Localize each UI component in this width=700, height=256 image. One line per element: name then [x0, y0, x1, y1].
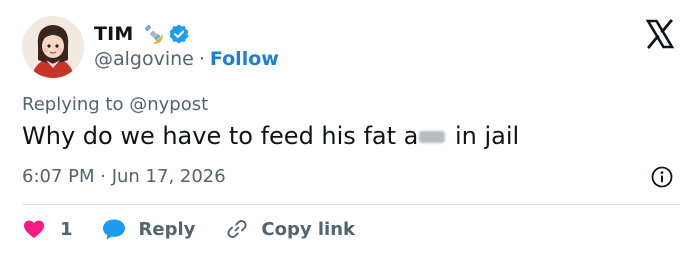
- tweet-text: Why do we have to feed his fat a in jail: [22, 122, 519, 150]
- reply-label: Reply: [138, 218, 196, 240]
- replying-to: Replying to @nypost: [22, 94, 208, 115]
- tweet-card: TIM @algovine · Follow Replying to @nypo…: [0, 0, 700, 256]
- follow-button[interactable]: Follow: [210, 48, 279, 70]
- tweet-text-start: Why do we have to feed his fat a: [22, 122, 419, 150]
- author-handle-row: @algovine · Follow: [94, 48, 279, 70]
- author-name[interactable]: TIM: [94, 23, 134, 45]
- copy-link-label: Copy link: [261, 218, 355, 240]
- divider: [22, 204, 680, 205]
- author-handle[interactable]: @algovine: [94, 48, 194, 70]
- x-logo-icon[interactable]: [644, 18, 676, 50]
- censored-word: [419, 131, 446, 143]
- tweet-text-end: in jail: [447, 122, 520, 150]
- link-icon: [227, 220, 247, 238]
- satellite-icon: [142, 23, 164, 45]
- handle-separator: ·: [198, 48, 205, 70]
- info-icon[interactable]: [650, 165, 674, 189]
- reply-bubble-icon: [102, 219, 125, 240]
- heart-icon: [24, 220, 44, 238]
- action-bar: 1 Reply Copy link: [22, 214, 355, 244]
- like-count: 1: [60, 218, 73, 240]
- avatar[interactable]: [22, 16, 84, 78]
- author-name-row: TIM: [94, 22, 190, 46]
- avatar-image: [22, 16, 84, 78]
- replying-handle[interactable]: @nypost: [129, 94, 208, 115]
- reply-button[interactable]: Reply: [101, 217, 196, 241]
- replying-prefix: Replying to: [22, 94, 130, 115]
- verified-badge-icon: [168, 23, 190, 45]
- tweet-time: 6:07 PM: [22, 166, 95, 187]
- tweet-timestamp[interactable]: 6:07 PM · Jun 17, 2026: [22, 166, 226, 187]
- like-button[interactable]: 1: [22, 217, 73, 241]
- timestamp-separator: ·: [94, 166, 112, 187]
- copy-link-button[interactable]: Copy link: [225, 217, 355, 241]
- tweet-date: Jun 17, 2026: [111, 166, 226, 187]
